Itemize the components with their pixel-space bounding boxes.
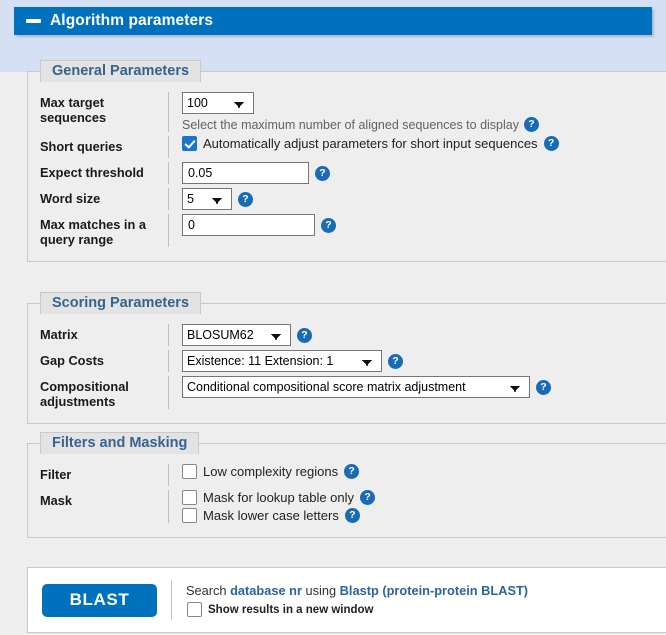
short-queries-checkbox[interactable]: [182, 136, 197, 151]
row-compositional-adjustments: Compositional adjustments Conditional co…: [28, 376, 666, 409]
label-word-size: Word size: [40, 191, 101, 206]
short-queries-checkbox-label: Automatically adjust parameters for shor…: [203, 136, 538, 151]
word-size-select[interactable]: 5: [182, 188, 232, 210]
row-filter: Filter Low complexity regions ?: [28, 464, 666, 486]
row-matrix: Matrix BLOSUM62 ?: [28, 324, 666, 346]
help-icon[interactable]: ?: [524, 117, 539, 132]
blast-button[interactable]: BLAST: [42, 583, 157, 617]
minus-icon[interactable]: [26, 19, 41, 23]
label-gap-costs: Gap Costs: [40, 353, 104, 368]
search-description: Search database nr using Blastp (protein…: [186, 583, 528, 598]
row-max-matches: Max matches in a query range ?: [28, 214, 666, 247]
mask-lookup-table-label: Mask for lookup table only: [203, 490, 355, 505]
search-prefix: Search: [186, 583, 231, 598]
gap-costs-select[interactable]: Existence: 11 Extension: 1: [182, 350, 382, 372]
row-short-queries: Short queries Automatically adjust param…: [28, 136, 666, 158]
blast-submit-box: BLAST Search database nr using Blastp (p…: [27, 567, 666, 633]
label-compositional-adjustments: Compositional adjustments: [40, 379, 129, 409]
help-icon[interactable]: ?: [360, 490, 376, 505]
mask-lower-case-label: Mask lower case letters: [203, 508, 339, 523]
legend-general-parameters: General Parameters: [40, 60, 202, 82]
row-word-size: Word size 5 ?: [28, 188, 666, 210]
label-max-matches: Max matches in a query range: [40, 217, 146, 247]
help-icon[interactable]: ?: [344, 464, 360, 479]
search-middle: using: [301, 583, 340, 598]
legend-filters-and-masking: Filters and Masking: [40, 432, 200, 454]
mask-lookup-table-checkbox[interactable]: [182, 490, 197, 505]
row-gap-costs: Gap Costs Existence: 11 Extension: 1 ?: [28, 350, 666, 372]
max-target-sequences-hint: Select the maximum number of aligned seq…: [182, 117, 666, 132]
label-short-queries: Short queries: [40, 139, 123, 154]
algorithm-parameters-page: Algorithm parameters General Parameters …: [0, 0, 666, 635]
submit-divider: [171, 580, 172, 620]
label-filter: Filter: [40, 467, 72, 482]
help-icon[interactable]: ?: [321, 217, 336, 233]
new-window-label: Show results in a new window: [208, 603, 374, 616]
label-expect-threshold: Expect threshold: [40, 165, 144, 180]
help-icon[interactable]: ?: [315, 165, 330, 181]
expect-threshold-input[interactable]: [182, 162, 309, 184]
help-icon[interactable]: ?: [543, 136, 559, 151]
page-title: Algorithm parameters: [50, 12, 214, 29]
max-matches-input[interactable]: [182, 214, 315, 236]
section-filters-and-masking: Filters and Masking Filter Low complexit…: [27, 432, 666, 538]
help-icon[interactable]: ?: [297, 327, 312, 343]
label-max-target-sequences: Max target sequences: [40, 95, 107, 125]
hint-text: Select the maximum number of aligned seq…: [182, 117, 519, 132]
row-expect-threshold: Expect threshold ?: [28, 162, 666, 184]
row-mask: Mask Mask for lookup table only ? Mask l…: [28, 490, 666, 523]
help-icon[interactable]: ?: [388, 353, 403, 369]
low-complexity-label: Low complexity regions: [203, 464, 339, 479]
search-program: Blastp (protein-protein BLAST): [339, 583, 529, 598]
help-icon[interactable]: ?: [238, 191, 253, 207]
help-icon[interactable]: ?: [536, 379, 551, 395]
section-scoring-parameters: Scoring Parameters Matrix BLOSUM62 ? Gap…: [27, 292, 666, 424]
search-database: database nr: [230, 583, 302, 598]
compositional-adjustments-select[interactable]: Conditional compositional score matrix a…: [182, 376, 530, 398]
section-general-parameters: General Parameters Max target sequences …: [27, 60, 666, 262]
help-icon[interactable]: ?: [344, 508, 360, 523]
label-matrix: Matrix: [40, 327, 78, 342]
low-complexity-checkbox[interactable]: [182, 464, 197, 479]
label-mask: Mask: [40, 493, 73, 508]
mask-lower-case-checkbox[interactable]: [182, 508, 197, 523]
row-max-target-sequences: Max target sequences 100 Select the maxi…: [28, 92, 666, 132]
matrix-select[interactable]: BLOSUM62: [182, 324, 291, 346]
legend-scoring-parameters: Scoring Parameters: [40, 292, 202, 314]
new-window-checkbox[interactable]: [187, 602, 202, 617]
algorithm-parameters-header[interactable]: Algorithm parameters: [14, 7, 652, 35]
max-target-sequences-select[interactable]: 100: [182, 92, 254, 114]
